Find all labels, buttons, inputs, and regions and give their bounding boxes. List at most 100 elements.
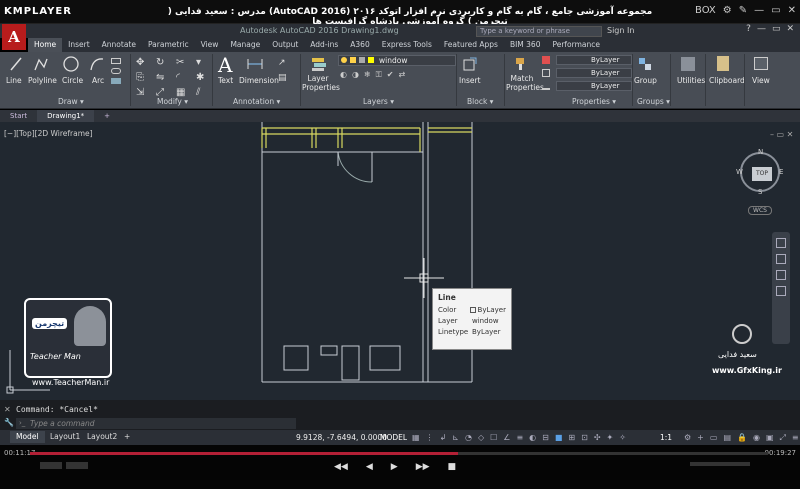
osnap-icon[interactable]: ☐	[490, 433, 497, 442]
compass-east[interactable]: E	[779, 168, 783, 176]
lineweight-toggle-icon[interactable]: ≡	[516, 433, 523, 442]
tab-output[interactable]: Output	[266, 38, 304, 52]
polar-icon[interactable]: ◔	[465, 433, 472, 442]
leader-icon[interactable]: ↗	[278, 58, 287, 68]
line-button[interactable]: Line	[6, 76, 22, 85]
otrack-icon[interactable]: ∠	[503, 433, 510, 442]
selection-cycling-icon[interactable]: ⊟	[542, 433, 549, 442]
dimension-button[interactable]: Dimension	[239, 76, 279, 85]
sign-in-link[interactable]: Sign In	[607, 26, 634, 35]
pin-icon[interactable]: ✎	[739, 5, 747, 16]
previous-button[interactable]: ◀	[366, 462, 373, 472]
quick-properties-icon[interactable]: ▤	[723, 433, 731, 443]
tab-performance[interactable]: Performance	[546, 38, 606, 52]
layer-off-icon[interactable]: ◐	[340, 70, 347, 80]
tab-a360[interactable]: A360	[344, 38, 375, 52]
tab-bim-360[interactable]: BIM 360	[504, 38, 547, 52]
search-input[interactable]: Type a keyword or phrase	[476, 26, 602, 37]
tab-start[interactable]: Start	[0, 110, 37, 122]
orbit-icon[interactable]	[776, 286, 786, 296]
make-current-icon[interactable]: ✔	[387, 70, 394, 80]
mirror-icon[interactable]: ⇋	[156, 72, 172, 83]
fillet-icon[interactable]: ◜	[176, 72, 192, 83]
tab-model[interactable]: Model	[10, 431, 45, 443]
hatch-icon[interactable]	[111, 78, 121, 84]
isolate-objects-icon[interactable]: ◉	[753, 433, 760, 443]
volume-slider[interactable]	[690, 462, 750, 466]
rectangle-icon[interactable]	[111, 58, 121, 64]
block-panel-title[interactable]: Block ▾	[467, 97, 493, 106]
capture-icon[interactable]	[66, 462, 88, 469]
modify-panel-title[interactable]: Modify ▾	[157, 97, 188, 106]
compass-north[interactable]: N	[758, 148, 763, 156]
arc-button[interactable]: Arc	[92, 76, 104, 85]
play-button[interactable]: ▶	[391, 462, 398, 472]
insert-button[interactable]: Insert	[459, 76, 481, 85]
tab-layout2[interactable]: Layout2	[81, 431, 123, 443]
tab-manage[interactable]: Manage	[224, 38, 266, 52]
compass-west[interactable]: W	[736, 168, 743, 176]
workspace-gear-icon[interactable]: ⚙	[684, 433, 691, 443]
tab-add-ins[interactable]: Add-ins	[304, 38, 344, 52]
offset-icon[interactable]: ⫽	[196, 87, 212, 98]
explode-icon[interactable]: ✱	[196, 72, 212, 83]
compass-south[interactable]: S	[758, 188, 762, 196]
lineweight-dropdown[interactable]: ByLayer	[556, 81, 632, 91]
stop-button[interactable]: ■	[448, 462, 457, 472]
close-icon[interactable]: ✕	[4, 405, 11, 414]
auto-scale-icon[interactable]: ✧	[619, 433, 626, 442]
customize-icon[interactable]: 🔧	[4, 418, 14, 427]
trim-icon[interactable]: ✂	[176, 57, 192, 68]
copy-icon[interactable]: ⎘	[136, 72, 152, 83]
acad-maximize-button[interactable]: ▭	[772, 24, 781, 34]
move-icon[interactable]: ✥	[136, 57, 152, 68]
ortho-icon[interactable]: ⊾	[452, 433, 459, 442]
box-button[interactable]: BOX	[695, 5, 716, 16]
minimize-button[interactable]: —	[754, 5, 764, 16]
navigation-bar[interactable]	[772, 232, 790, 344]
zoom-extents-icon[interactable]	[776, 270, 786, 280]
match-layer-icon[interactable]: ⇄	[398, 70, 405, 80]
customization-icon[interactable]: ≡	[792, 433, 799, 443]
hardware-acceleration-icon[interactable]: ▣	[766, 433, 774, 443]
annotation-panel-title[interactable]: Annotation ▾	[233, 97, 280, 106]
layer-lock-icon[interactable]: ⚿	[376, 70, 382, 80]
model-space-toggle[interactable]: MODEL	[380, 433, 407, 442]
tab-parametric[interactable]: Parametric	[142, 38, 195, 52]
lock-ui-icon[interactable]: 🔒	[737, 433, 747, 443]
acad-minimize-button[interactable]: —	[757, 24, 766, 34]
fast-forward-button[interactable]: ▶▶	[416, 462, 430, 472]
wcs-menu[interactable]: WCS	[748, 206, 772, 215]
linetype-dropdown[interactable]: ByLayer	[556, 68, 632, 78]
modify-more-icon[interactable]: ▾	[196, 57, 212, 68]
properties-panel-title[interactable]: Properties ▾	[572, 97, 616, 106]
selection-filter-icon[interactable]: ⊡	[581, 433, 588, 442]
tab-featured-apps[interactable]: Featured Apps	[438, 38, 504, 52]
tab-insert[interactable]: Insert	[62, 38, 96, 52]
polyline-button[interactable]: Polyline	[28, 76, 57, 85]
tab-express-tools[interactable]: Express Tools	[376, 38, 438, 52]
steering-wheel-icon[interactable]	[776, 238, 786, 248]
utilities-button[interactable]: Utilities	[677, 76, 705, 85]
add-layout-button[interactable]: +	[118, 431, 136, 443]
pan-icon[interactable]	[776, 254, 786, 264]
annotation-monitor-icon[interactable]: +	[697, 433, 704, 443]
maximize-button[interactable]: ▭	[771, 5, 780, 16]
color-dropdown[interactable]: ByLayer	[556, 55, 632, 65]
layer-properties-button[interactable]: Layer Properties	[302, 74, 340, 92]
help-button[interactable]: ?	[746, 24, 751, 34]
application-menu-button[interactable]: A	[2, 24, 26, 50]
layers-panel-title[interactable]: Layers ▾	[363, 97, 394, 106]
acad-close-button[interactable]: ✕	[786, 24, 794, 34]
tab-annotate[interactable]: Annotate	[96, 38, 142, 52]
circle-button[interactable]: Circle	[62, 76, 83, 85]
tab-drawing1[interactable]: Drawing1*	[37, 110, 95, 122]
draw-panel-title[interactable]: Draw ▾	[58, 97, 84, 106]
table-icon[interactable]: ▤	[278, 73, 287, 83]
view-button[interactable]: View	[752, 76, 770, 85]
close-button[interactable]: ✕	[788, 5, 796, 16]
clean-screen-icon[interactable]: ⤢	[780, 433, 786, 443]
layer-isolate-icon[interactable]: ◑	[352, 70, 359, 80]
tab-layout1[interactable]: Layout1	[44, 431, 86, 443]
transparency-icon[interactable]: ◐	[529, 433, 536, 442]
